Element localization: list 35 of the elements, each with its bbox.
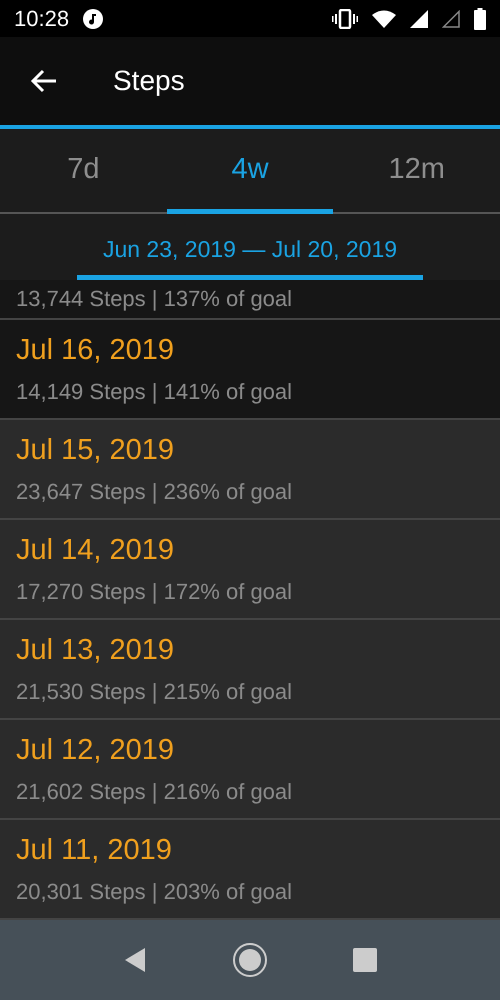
- home-nav-icon[interactable]: [232, 942, 268, 978]
- day-steps: 13,744 Steps | 137% of goal: [16, 286, 292, 312]
- day-steps: 17,270 Steps | 172% of goal: [16, 578, 292, 604]
- day-date: Jul 14, 2019: [16, 534, 174, 566]
- day-date: Jul 12, 2019: [16, 734, 174, 766]
- back-nav-icon[interactable]: [122, 947, 147, 973]
- day-date: Jul 16, 2019: [16, 334, 174, 366]
- day-steps: 21,530 Steps | 215% of goal: [16, 678, 292, 704]
- wifi-icon: [372, 10, 396, 28]
- day-date: Jul 15, 2019: [16, 434, 174, 466]
- status-time: 10:28: [14, 6, 70, 32]
- screen-title: Steps: [113, 65, 185, 97]
- day-row[interactable]: Jul 16, 2019 14,149 Steps | 141% of goal: [0, 320, 500, 420]
- music-icon: [83, 8, 104, 28]
- day-date: Jul 11, 2019: [16, 834, 172, 866]
- day-row[interactable]: Jul 11, 2019 20,301 Steps | 203% of goal: [0, 820, 500, 920]
- day-date: Jul 13, 2019: [16, 634, 174, 666]
- period-tab[interactable]: 7d: [0, 129, 167, 214]
- period-tab[interactable]: 4w: [166, 129, 334, 214]
- signal-empty-icon: [442, 10, 460, 28]
- signal-icon: [410, 10, 428, 28]
- day-row[interactable]: Jul 12, 2019 21,602 Steps | 216% of goal: [0, 720, 500, 820]
- day-steps: 21,602 Steps | 216% of goal: [16, 778, 292, 804]
- battery-icon: [474, 8, 486, 30]
- day-steps: 23,647 Steps | 236% of goal: [16, 478, 292, 504]
- day-row[interactable]: 13,744 Steps | 137% of goal: [0, 280, 500, 320]
- vibrate-icon: [332, 8, 358, 28]
- period-tab[interactable]: 12m: [333, 129, 500, 214]
- day-row[interactable]: Jul 15, 2019 23,647 Steps | 236% of goal: [0, 420, 500, 520]
- back-arrow-icon: [30, 69, 58, 93]
- day-row[interactable]: Jul 13, 2019 21,530 Steps | 215% of goal: [0, 620, 500, 720]
- day-steps: 14,149 Steps | 141% of goal: [16, 378, 292, 404]
- recents-nav-icon[interactable]: [353, 948, 378, 972]
- day-steps: 20,301 Steps | 203% of goal: [16, 878, 292, 904]
- day-row[interactable]: Jul 14, 2019 17,270 Steps | 172% of goal: [0, 520, 500, 620]
